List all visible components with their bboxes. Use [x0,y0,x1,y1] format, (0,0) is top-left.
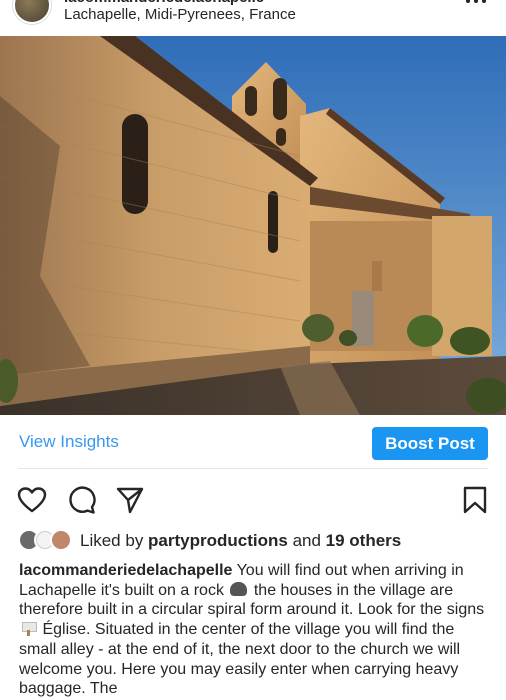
church-photo [0,36,506,415]
likes-row[interactable]: Liked by partyproductions and 19 others [18,529,488,553]
caption-text-3: Église. Situated in the center of the vi… [19,621,461,698]
liker-username[interactable]: partyproductions [148,531,288,550]
signpost-emoji-icon [21,621,37,637]
post-photo[interactable] [0,36,506,415]
likes-text: Liked by partyproductions and 19 others [80,531,401,551]
bookmark-icon[interactable] [460,485,490,515]
caption-username[interactable]: lacommanderiedelachapelle [19,562,232,579]
post-caption: lacommanderiedelachapelle You will find … [19,561,489,699]
likes-others[interactable]: 19 others [326,531,402,550]
likes-prefix: Liked by [80,531,149,550]
header-location[interactable]: Lachapelle, Midi-Pyrenees, France [64,6,296,23]
liker-avatar [50,529,72,551]
post-header: lacommanderiedelachapelle Lachapelle, Mi… [0,0,506,36]
rock-emoji-icon [230,581,248,596]
boost-post-button[interactable]: Boost Post [372,427,488,460]
share-icon[interactable] [115,485,145,515]
likes-middle: and [287,531,326,550]
heart-icon[interactable] [17,485,47,515]
view-insights-link[interactable]: View Insights [19,432,119,452]
more-options-icon[interactable] [464,0,488,11]
profile-avatar[interactable] [13,0,51,24]
comment-icon[interactable] [66,485,96,515]
divider [18,468,488,469]
